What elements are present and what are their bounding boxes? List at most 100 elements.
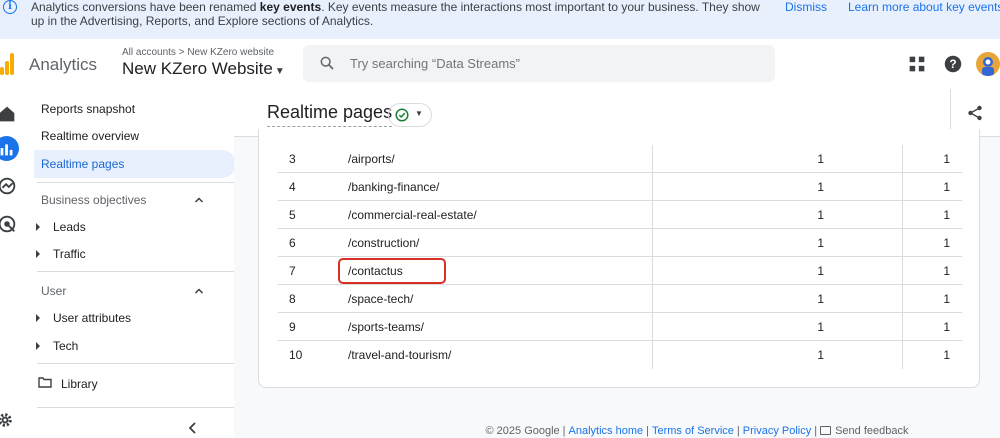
send-feedback-link[interactable]: Send feedback — [835, 425, 908, 437]
breadcrumb-account[interactable]: All accounts — [122, 47, 176, 58]
home-icon[interactable] — [0, 103, 18, 125]
row-index: 7 — [289, 264, 296, 278]
folder-icon — [38, 377, 52, 388]
expand-arrow-icon[interactable] — [36, 223, 40, 231]
metric-value: 1 — [817, 152, 824, 166]
page-path[interactable]: /space-tech/ — [348, 292, 413, 306]
expand-arrow-icon[interactable] — [36, 314, 40, 322]
page-path[interactable]: /sports-teams/ — [348, 320, 424, 334]
sidebar-item-user-attributes[interactable]: User attributes — [53, 311, 131, 325]
info-icon: i — [3, 0, 17, 14]
page-path[interactable]: /travel-and-tourism/ — [348, 348, 451, 362]
avatar[interactable] — [976, 52, 1000, 76]
metric-value: 1 — [943, 264, 950, 278]
row-index: 9 — [289, 320, 296, 334]
chevron-down-icon: ▼ — [415, 109, 423, 118]
table-row[interactable]: 6 /construction/ 1 1 — [278, 229, 962, 257]
metric-value: 1 — [817, 236, 824, 250]
row-index: 3 — [289, 152, 296, 166]
analytics-home-link[interactable]: Analytics home — [569, 425, 644, 437]
chevron-up-icon[interactable] — [194, 286, 204, 296]
sidebar-item-reports-snapshot[interactable]: Reports snapshot — [41, 102, 135, 116]
metric-value: 1 — [817, 320, 824, 334]
section-business-objectives[interactable]: Business objectives — [41, 193, 146, 207]
metric-value: 1 — [943, 208, 950, 222]
share-icon[interactable] — [967, 105, 983, 121]
breadcrumb[interactable]: All accounts > New KZero website — [122, 47, 274, 58]
column-divider — [652, 145, 653, 369]
table-row[interactable]: 8 /space-tech/ 1 1 — [278, 285, 962, 313]
property-selector[interactable]: New KZero Website ▼ — [122, 59, 285, 79]
sidebar-item-library[interactable]: Library — [61, 377, 98, 391]
banner-message: Analytics conversions have been renamed … — [31, 0, 760, 28]
divider — [37, 182, 234, 183]
dismiss-button[interactable]: Dismiss — [785, 0, 827, 14]
data-status-selector[interactable]: ▼ — [388, 103, 432, 127]
app-name: Analytics — [29, 55, 98, 74]
divider — [37, 407, 234, 408]
sidebar-item-traffic[interactable]: Traffic — [53, 247, 86, 261]
column-divider — [902, 145, 903, 369]
sidebar-item-realtime-overview[interactable]: Realtime overview — [41, 129, 139, 143]
search-input[interactable] — [350, 53, 750, 73]
page-path[interactable]: /commercial-real-estate/ — [348, 208, 477, 222]
metric-value: 1 — [817, 264, 824, 278]
metric-value: 1 — [817, 292, 824, 306]
footer: © 2025 Google | Analytics home | Terms of Se… — [485, 425, 909, 437]
page-path[interactable]: /construction/ — [348, 236, 419, 250]
apps-grid-icon[interactable] — [906, 53, 928, 75]
feedback-icon[interactable] — [820, 426, 832, 435]
breadcrumb-separator: > — [178, 47, 185, 58]
learn-more-link[interactable]: Learn more about key events — [848, 0, 1000, 14]
help-icon[interactable]: ? — [942, 53, 964, 75]
metric-value: 1 — [943, 152, 950, 166]
divider — [37, 363, 234, 364]
divider — [37, 271, 234, 272]
check-circle-icon — [395, 108, 409, 122]
chevron-left-icon[interactable] — [186, 421, 200, 435]
reports-icon[interactable] — [0, 138, 18, 160]
metric-value: 1 — [817, 348, 824, 362]
metric-value: 1 — [943, 236, 950, 250]
report-sidebar: Reports snapshot Realtime overview Realt… — [22, 89, 236, 438]
sidebar-item-realtime-pages[interactable]: Realtime pages — [41, 157, 124, 171]
table-row[interactable]: 5 /commercial-real-estate/ 1 1 — [278, 201, 962, 229]
table-row[interactable]: 3 /airports/ 1 1 — [278, 145, 962, 173]
explore-icon[interactable] — [0, 175, 18, 197]
row-index: 10 — [289, 348, 303, 362]
expand-arrow-icon[interactable] — [36, 250, 40, 258]
analytics-logo — [0, 53, 14, 75]
metric-value: 1 — [817, 208, 824, 222]
row-index: 8 — [289, 292, 296, 306]
page-path[interactable]: /banking-finance/ — [348, 180, 439, 194]
table-row[interactable]: 10 /travel-and-tourism/ 1 1 — [278, 341, 962, 369]
table-row[interactable]: 4 /banking-finance/ 1 1 — [278, 173, 962, 201]
breadcrumb-property[interactable]: New KZero website — [187, 47, 274, 58]
pages-table-card: 3 /airports/ 1 1 4 /banking-finance/ 1 1… — [258, 129, 980, 388]
metric-value: 1 — [817, 180, 824, 194]
advertising-icon[interactable] — [0, 213, 18, 235]
row-index: 4 — [289, 180, 296, 194]
metric-value: 1 — [943, 180, 950, 194]
annotation-highlight-box — [338, 258, 446, 284]
sidebar-item-leads[interactable]: Leads — [53, 220, 86, 234]
chevron-up-icon[interactable] — [194, 195, 204, 205]
property-name: New KZero Website — [122, 59, 273, 78]
main-content: Realtime pages ▼ 3 /airports/ 1 1 4 /ban… — [234, 89, 1000, 438]
svg-text:?: ? — [949, 57, 956, 71]
metric-value: 1 — [943, 348, 950, 362]
page-title: Realtime pages — [267, 102, 393, 127]
settings-icon[interactable] — [0, 411, 14, 429]
terms-link[interactable]: Terms of Service — [652, 425, 734, 437]
left-nav-rail — [0, 89, 22, 438]
privacy-link[interactable]: Privacy Policy — [743, 425, 811, 437]
row-index: 6 — [289, 236, 296, 250]
page-path[interactable]: /airports/ — [348, 152, 395, 166]
table-row[interactable]: 9 /sports-teams/ 1 1 — [278, 313, 962, 341]
section-user[interactable]: User — [41, 284, 66, 298]
chevron-down-icon: ▼ — [274, 66, 285, 77]
sidebar-item-tech[interactable]: Tech — [53, 339, 78, 353]
expand-arrow-icon[interactable] — [36, 342, 40, 350]
search-bar[interactable] — [303, 45, 775, 82]
metric-value: 1 — [943, 292, 950, 306]
